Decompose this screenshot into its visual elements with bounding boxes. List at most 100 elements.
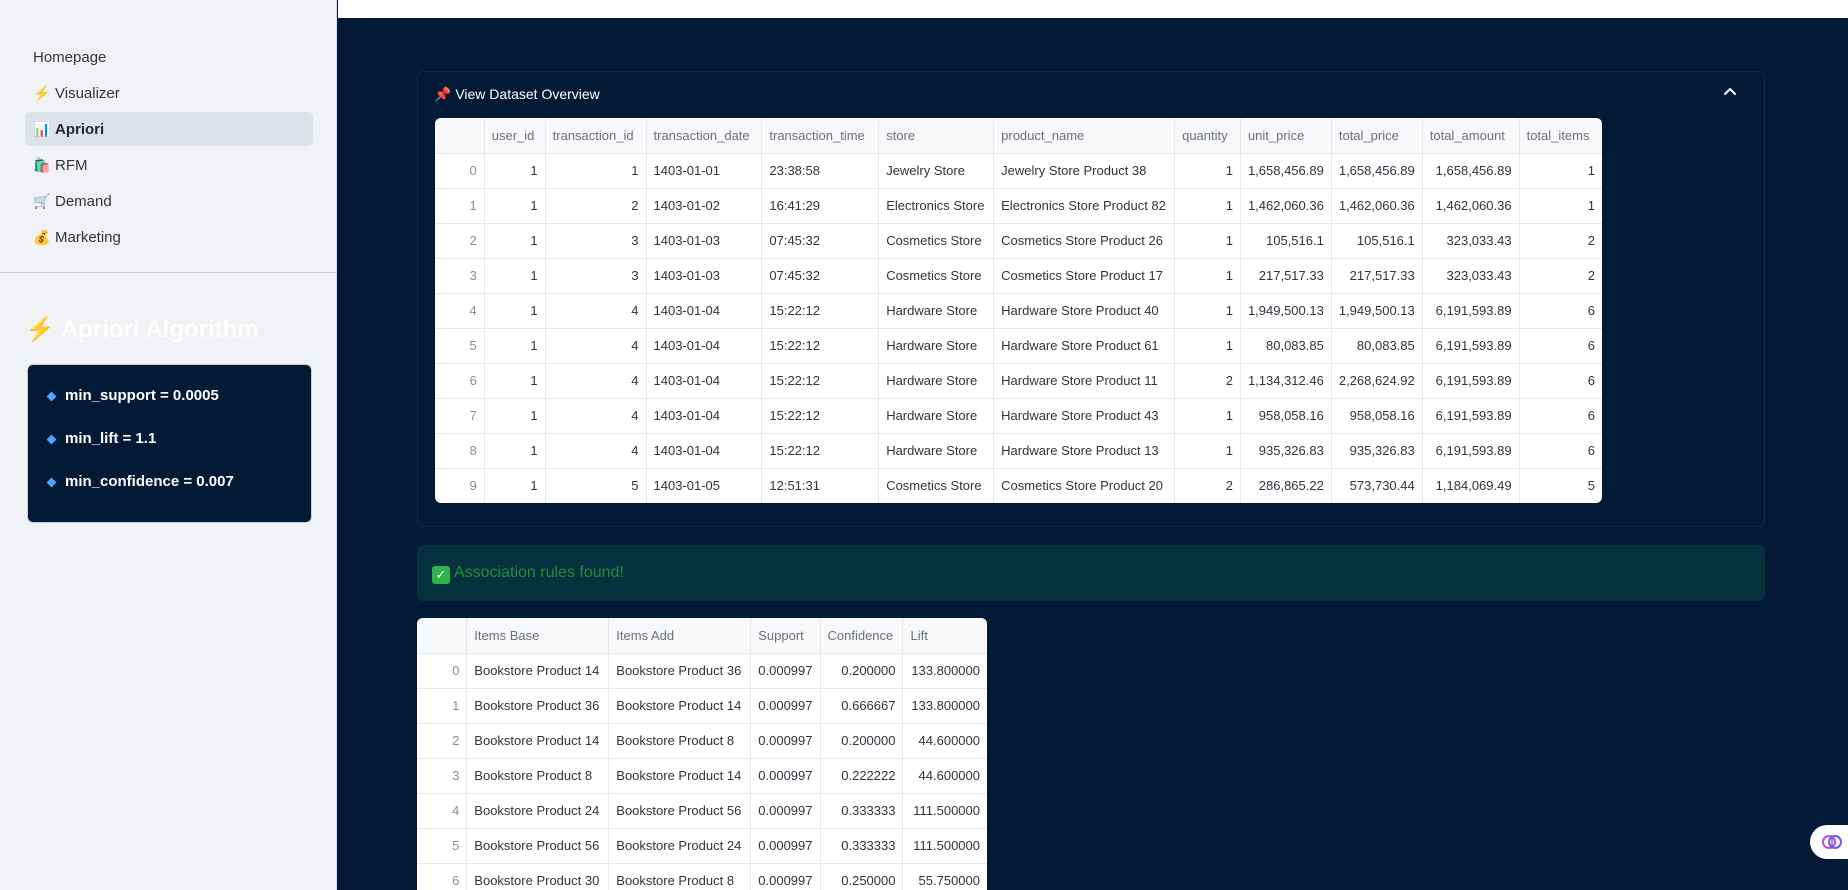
table-cell[interactable]: Bookstore Product 14 [466,653,610,689]
rules-table[interactable]: Items Base Items Add Support Confidence Lift… [417,618,987,890]
table-cell[interactable]: 1 [484,258,546,294]
table-cell[interactable]: Bookstore Product 8 [466,758,610,794]
table-row[interactable]: 2 1 3 1403-01-03 07:45:32 Cosmetics Store Cosm… [435,223,1602,259]
table-cell[interactable]: 1 [1174,398,1241,434]
table-row[interactable]: 0 Bookstore Product 14 Bookstore Product 3… [417,653,987,689]
table-cell[interactable]: Hardware Store [878,293,995,329]
column-header[interactable]: store [878,118,995,154]
sidebar-item-apriori[interactable]: 📊 Apriori [25,112,313,146]
table-cell[interactable]: 80,083.85 [1331,328,1423,364]
table-row[interactable]: 4 1 4 1403-01-04 15:22:12 Hardware Store Hardw… [435,293,1602,329]
row-index[interactable]: 2 [435,223,485,259]
table-cell[interactable]: 1403-01-02 [646,188,763,224]
table-row[interactable]: 3 Bookstore Product 8 Bookstore Product 14… [417,758,987,794]
table-cell[interactable]: 2 [1174,468,1241,503]
table-cell[interactable]: Hardware Store Product 40 [993,293,1176,329]
table-cell[interactable]: 1,949,500.13 [1331,293,1423,329]
table-cell[interactable]: 1 [484,188,546,224]
row-index[interactable]: 6 [417,863,468,890]
column-header[interactable]: Support [750,618,821,654]
table-cell[interactable]: Bookstore Product 36 [466,688,610,724]
column-header[interactable]: Lift [902,618,987,654]
table-cell[interactable]: 2 [545,188,647,224]
table-cell[interactable]: 1 [484,363,546,399]
dataset-table[interactable]: user_id transaction_id transaction_date tra… [435,118,1602,503]
table-cell[interactable]: 0.000997 [750,758,821,794]
row-index[interactable]: 8 [435,433,485,469]
table-cell[interactable]: 1403-01-04 [646,363,763,399]
table-cell[interactable]: 6 [1519,363,1602,399]
table-cell[interactable]: Bookstore Product 24 [608,828,752,864]
table-cell[interactable]: 1 [1174,293,1241,329]
column-header[interactable] [435,118,485,154]
table-cell[interactable]: 6,191,593.89 [1422,363,1520,399]
table-cell[interactable]: Cosmetics Store [878,468,995,503]
table-cell[interactable]: 07:45:32 [761,258,880,294]
table-cell[interactable]: 1,658,456.89 [1331,153,1423,189]
table-cell[interactable]: 1403-01-03 [646,258,763,294]
table-cell[interactable]: 1 [484,293,546,329]
table-row[interactable]: 6 1 4 1403-01-04 15:22:12 Hardware Store Hardw… [435,363,1602,399]
table-cell[interactable]: Bookstore Product 14 [608,758,752,794]
table-cell[interactable]: 44.600000 [902,723,987,759]
table-cell[interactable]: 323,033.43 [1422,258,1520,294]
table-cell[interactable]: 1403-01-04 [646,398,763,434]
table-cell[interactable]: 15:22:12 [761,363,880,399]
column-header[interactable]: quantity [1174,118,1241,154]
row-index[interactable]: 7 [435,398,485,434]
table-cell[interactable]: 0.200000 [820,723,904,759]
table-cell[interactable]: 6,191,593.89 [1422,433,1520,469]
table-cell[interactable]: 1,658,456.89 [1240,153,1332,189]
column-header[interactable]: Items Add [608,618,752,654]
table-cell[interactable]: Hardware Store [878,398,995,434]
table-cell[interactable]: Bookstore Product 56 [608,793,752,829]
column-header[interactable]: unit_price [1240,118,1332,154]
table-cell[interactable]: 323,033.43 [1422,223,1520,259]
row-index[interactable]: 4 [417,793,468,829]
table-cell[interactable]: 111.500000 [902,793,987,829]
table-cell[interactable]: Cosmetics Store Product 17 [993,258,1176,294]
table-cell[interactable]: 1 [484,328,546,364]
table-cell[interactable]: 0.333333 [820,793,904,829]
table-cell[interactable]: 0.333333 [820,828,904,864]
table-cell[interactable]: Hardware Store [878,433,995,469]
row-index[interactable]: 1 [435,188,485,224]
table-row[interactable]: 2 Bookstore Product 14 Bookstore Product 8… [417,723,987,759]
table-cell[interactable]: 4 [545,398,647,434]
table-cell[interactable]: Hardware Store [878,328,995,364]
column-header[interactable] [417,618,468,654]
table-cell[interactable]: 217,517.33 [1331,258,1423,294]
column-header[interactable]: Confidence [820,618,904,654]
table-cell[interactable]: 133.800000 [902,688,987,724]
table-cell[interactable]: 0.000997 [750,653,821,689]
row-index[interactable]: 1 [417,688,468,724]
column-header[interactable]: user_id [484,118,546,154]
table-cell[interactable]: 1 [1519,153,1602,189]
row-index[interactable]: 5 [435,328,485,364]
table-cell[interactable]: 286,865.22 [1240,468,1332,503]
table-cell[interactable]: 3 [545,258,647,294]
table-cell[interactable]: Bookstore Product 14 [466,723,610,759]
table-cell[interactable]: 1403-01-03 [646,223,763,259]
row-index[interactable]: 3 [417,758,468,794]
column-header[interactable]: product_name [993,118,1176,154]
table-cell[interactable]: 07:45:32 [761,223,880,259]
table-cell[interactable]: 55.750000 [903,863,987,890]
table-row[interactable]: 4 Bookstore Product 24 Bookstore Product 5… [417,793,987,829]
row-index[interactable]: 3 [435,258,485,294]
table-cell[interactable]: 4 [545,293,647,329]
table-cell[interactable]: Bookstore Product 8 [608,723,752,759]
row-index[interactable]: 2 [417,723,468,759]
table-cell[interactable]: 5 [545,468,647,503]
table-cell[interactable]: 1,658,456.89 [1422,153,1520,189]
column-header[interactable]: transaction_id [545,118,647,154]
table-cell[interactable]: 1,462,060.36 [1422,188,1520,224]
column-header[interactable]: total_amount [1422,118,1520,154]
sidebar-item-marketing[interactable]: 💰 Marketing [25,220,313,254]
table-cell[interactable]: Hardware Store [878,363,995,399]
table-cell[interactable]: 0.222222 [820,758,904,794]
table-row[interactable]: 9 1 5 1403-01-05 12:51:31 Cosmetics Store Cosm… [435,468,1602,503]
table-cell[interactable]: 1 [1174,433,1241,469]
table-cell[interactable]: 1,462,060.36 [1240,188,1332,224]
table-cell[interactable]: 105,516.1 [1240,223,1332,259]
